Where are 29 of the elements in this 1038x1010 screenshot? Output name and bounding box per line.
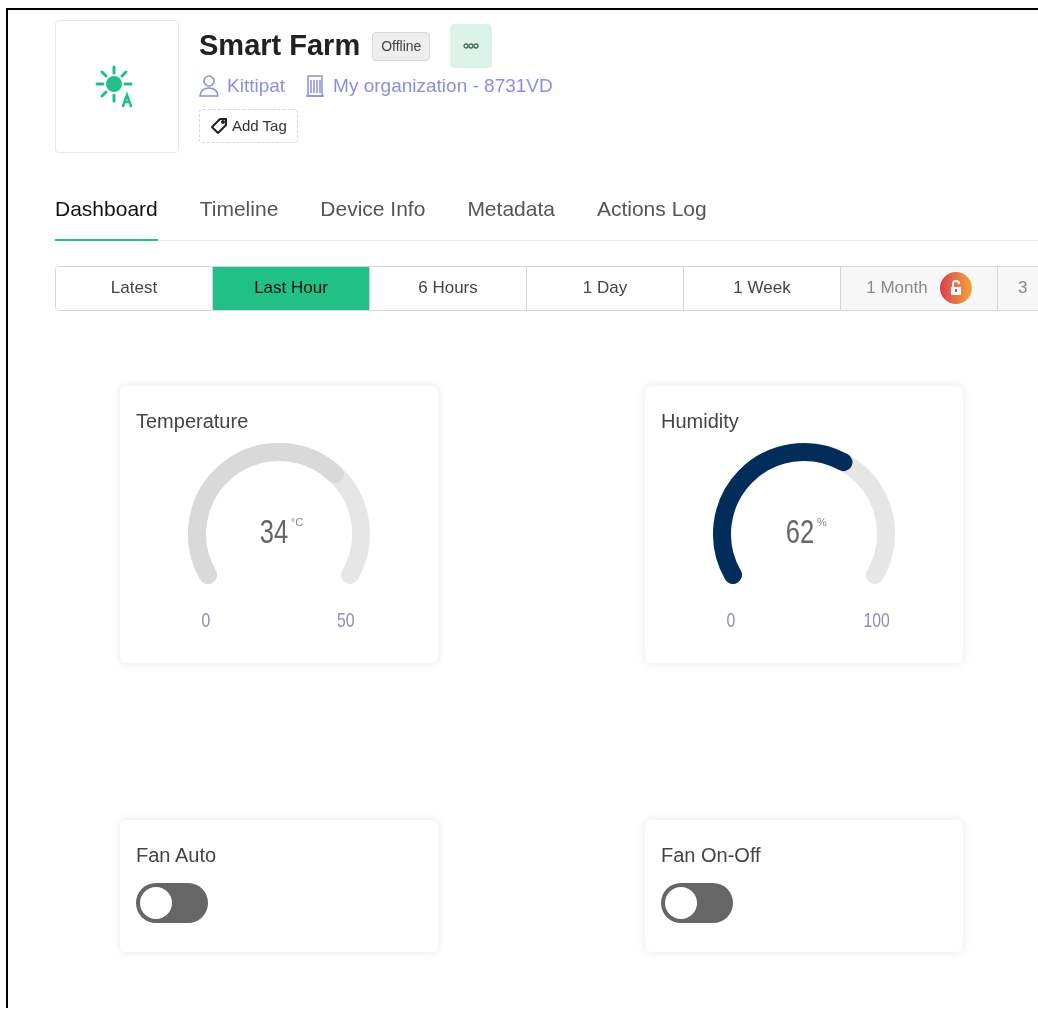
time-range-tab[interactable]: Last Hour (213, 266, 370, 310)
tab[interactable]: Actions Log (596, 193, 707, 241)
add-tag-button[interactable]: Add Tag (199, 108, 298, 143)
device-name: Smart Farm (199, 28, 361, 64)
gauge-value: 62 (785, 513, 815, 548)
tag-icon (210, 116, 228, 135)
widget-title: Temperature (136, 408, 249, 434)
widget-title: Humidity (661, 408, 739, 434)
widget-title: Fan On-Off (661, 842, 761, 868)
building-icon (305, 75, 326, 98)
toggle-switch[interactable] (136, 882, 208, 923)
gauge-max-label: 50 (336, 606, 355, 633)
time-range-tab[interactable]: Latest (56, 266, 213, 310)
status-badge: Offline (372, 31, 431, 61)
gauge-unit: °C (290, 514, 304, 530)
widget-title: Fan Auto (136, 842, 217, 868)
tab[interactable]: Metadata (467, 193, 555, 241)
tab[interactable]: Timeline (199, 193, 279, 241)
tab[interactable]: Dashboard (55, 193, 158, 241)
gauge-min-label: 0 (201, 606, 211, 633)
more-button[interactable] (450, 24, 493, 68)
gauge-max-label: 100 (863, 606, 890, 633)
gauge-min-label: 0 (726, 606, 736, 633)
gauge-value: 34 (259, 513, 288, 548)
toggle-switch[interactable] (661, 882, 733, 923)
gauge-unit: % (817, 514, 827, 530)
more-icon (463, 43, 480, 49)
tab[interactable]: Device Info (320, 193, 426, 241)
person-icon (199, 75, 219, 98)
